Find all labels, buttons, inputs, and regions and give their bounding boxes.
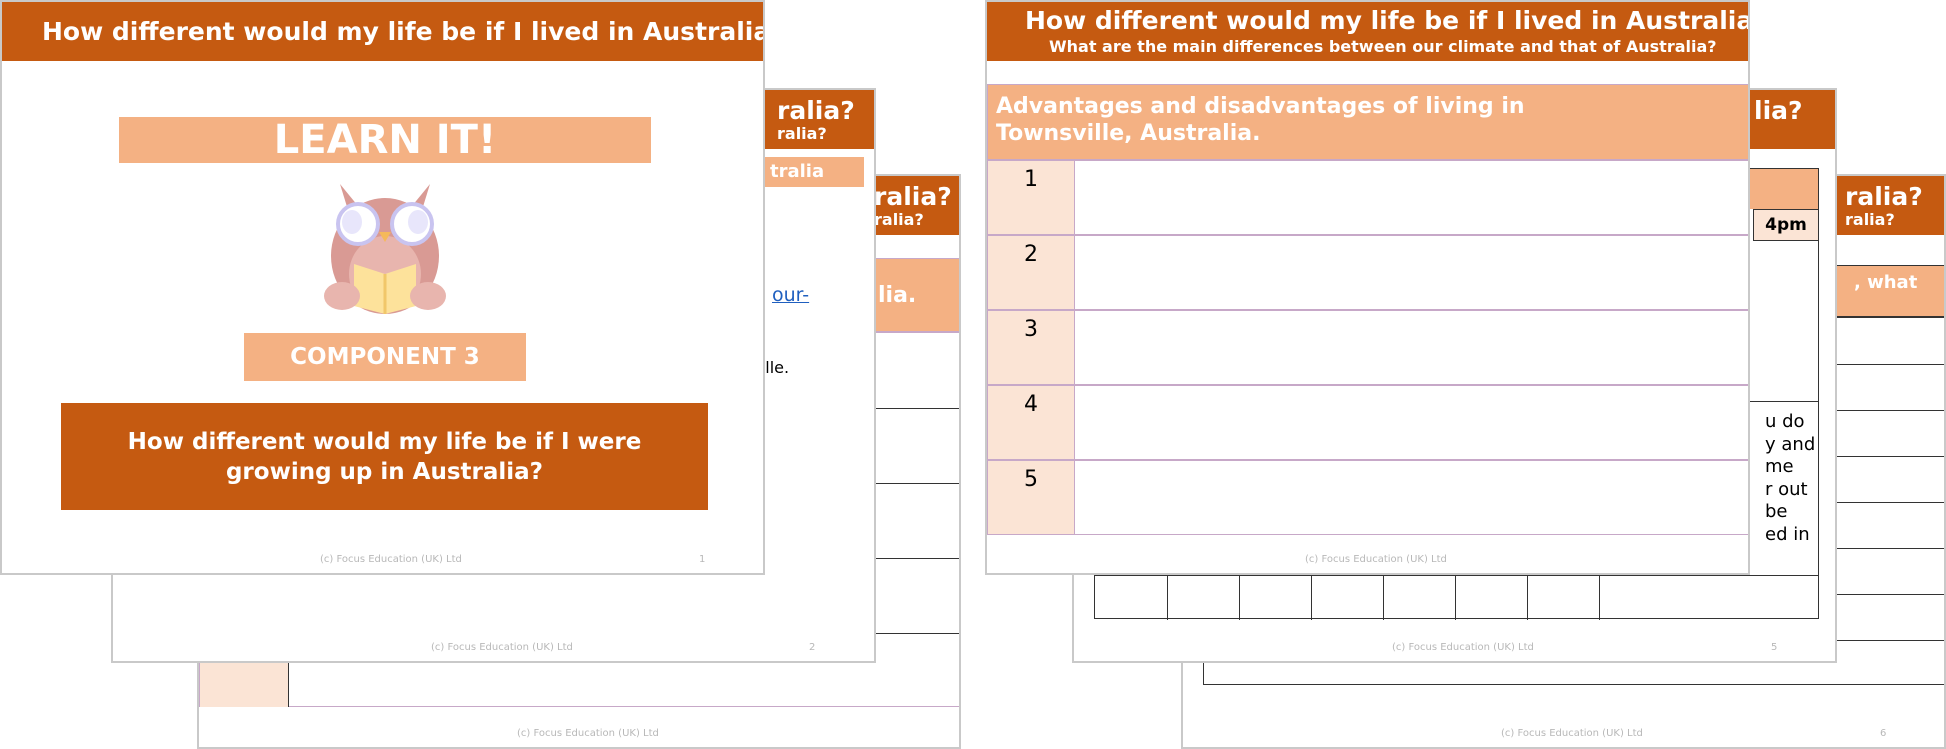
slide-subtitle: ralia? [874, 210, 924, 229]
slide-4-advantages-table[interactable]: How different would my life be if I live… [985, 0, 1750, 575]
row-number-cell: 1 [987, 160, 1075, 235]
page-number: 2 [809, 642, 816, 653]
slide-title: ralia? [777, 96, 855, 125]
page-number: 1 [699, 554, 706, 565]
slide-title: ralia? [874, 182, 952, 211]
slide-title: ralia? [1845, 182, 1923, 211]
row-answer-cell[interactable] [1074, 310, 1748, 385]
question-box: How different would my life be if I were… [61, 403, 708, 510]
resource-link[interactable]: our- [772, 284, 809, 306]
body-text: u do y and me r out be ed in [1765, 411, 1816, 545]
learn-it-label: LEARN IT! [273, 117, 497, 163]
section-bar-text: tralia [770, 161, 825, 182]
slide-title: How different would my life be if I live… [1025, 6, 1750, 35]
row-number-cell: 5 [987, 460, 1075, 535]
learn-it-banner: LEARN IT! [119, 117, 651, 163]
slide-header: How different would my life be if I live… [2, 2, 763, 61]
footer-copyright: (c) Focus Education (UK) Ltd [431, 642, 573, 653]
page-number: 5 [1771, 642, 1778, 653]
owl-reading-book-icon [324, 184, 446, 314]
component-banner: COMPONENT 3 [244, 333, 526, 381]
slide-subtitle: ralia? [1845, 210, 1895, 229]
table-header-text: Advantages and disadvantages of living i… [996, 94, 1525, 146]
time-cell: 4pm [1753, 209, 1818, 241]
page-number: 6 [1880, 728, 1887, 739]
table-header-text: , what [1854, 272, 1918, 293]
row-answer-cell[interactable] [1074, 160, 1748, 235]
table-header-text: lia. [878, 283, 917, 308]
slide-header: How different would my life be if I live… [987, 2, 1748, 61]
footer-copyright: (c) Focus Education (UK) Ltd [517, 728, 659, 739]
bottom-grid-row [1095, 575, 1818, 620]
question-text: How different would my life be if I were… [127, 428, 642, 485]
row-number-cell: 3 [987, 310, 1075, 385]
row-number-cell: 2 [987, 235, 1075, 310]
row-answer-cell[interactable] [1074, 385, 1748, 460]
slide-1-title-slide[interactable]: How different would my life be if I live… [0, 0, 765, 575]
table-header-bar: Advantages and disadvantages of living i… [987, 84, 1748, 160]
time-label: 4pm [1765, 215, 1807, 235]
slide-subtitle: ralia? [777, 124, 827, 143]
row-answer-cell[interactable] [1074, 460, 1748, 535]
slide-title: lia? [1754, 96, 1803, 125]
row-number-cell: 4 [987, 385, 1075, 460]
footer-copyright: (c) Focus Education (UK) Ltd [1501, 728, 1643, 739]
component-label: COMPONENT 3 [290, 344, 480, 370]
row-answer-cell[interactable] [1074, 235, 1748, 310]
slide-title: How different would my life be if I live… [42, 17, 765, 46]
footer-copyright: (c) Focus Education (UK) Ltd [320, 554, 462, 565]
footer-copyright: (c) Focus Education (UK) Ltd [1392, 642, 1534, 653]
footer-copyright: (c) Focus Education (UK) Ltd [1305, 554, 1447, 565]
slide-subtitle: What are the main differences between ou… [1049, 37, 1717, 56]
